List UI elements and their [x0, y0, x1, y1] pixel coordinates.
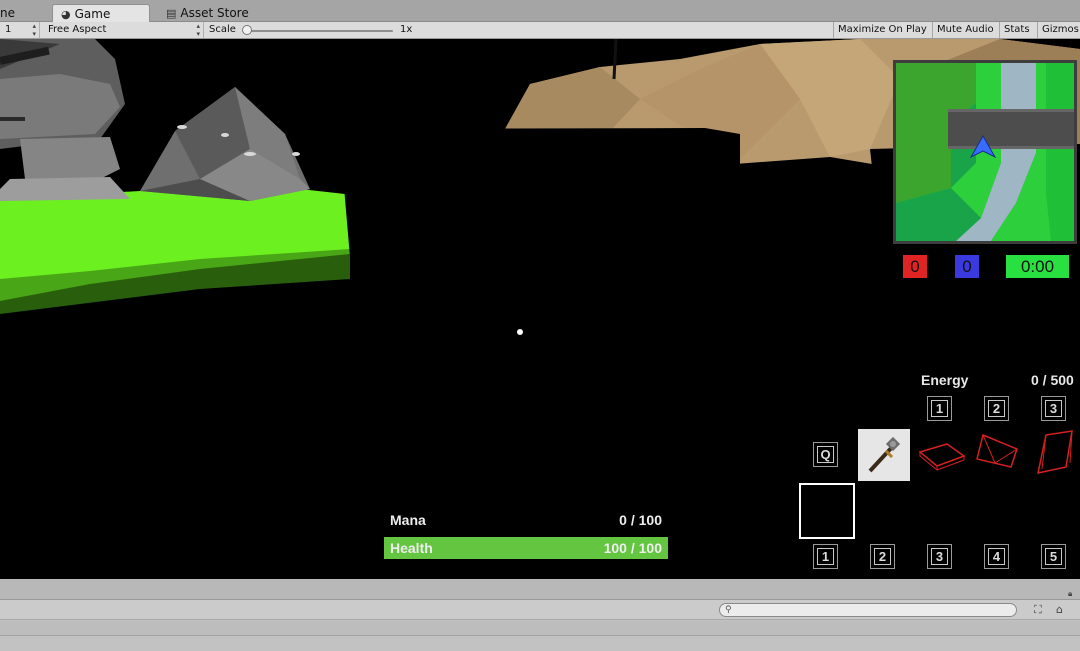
minimap	[893, 60, 1077, 244]
unity-editor-window: ne ◕ Game ▤ Asset Store 1 ▴ ▾ Free Aspect ▴…	[0, 0, 1080, 651]
updown-arrows-icon: ▴ ▾	[196, 22, 200, 38]
tab-asset-store[interactable]: ▤ Asset Store	[160, 4, 280, 22]
health-bar: Health 100 / 100	[384, 537, 668, 559]
mana-value: 0 / 100	[619, 512, 662, 528]
energy-key-3: 3	[1041, 396, 1066, 421]
rock-spike	[244, 152, 256, 156]
slot-key-2: 2	[870, 544, 895, 569]
tower-structure	[20, 137, 120, 179]
filter-icon[interactable]: ⛶	[1034, 603, 1042, 617]
red-team-score: 0	[903, 255, 927, 278]
key-label: 4	[988, 548, 1005, 565]
stats-button[interactable]: Stats	[999, 22, 1036, 38]
tab-game[interactable]: ◕ Game	[52, 4, 150, 22]
scale-slider-thumb[interactable]	[242, 25, 252, 35]
console-toolbar: ⚲	[0, 600, 1080, 620]
build-floor-icon[interactable]	[917, 434, 967, 474]
selected-inventory-slot[interactable]	[799, 483, 855, 539]
rock-spike	[221, 133, 229, 137]
key-label: 3	[931, 548, 948, 565]
lock-icon[interactable]: 🔒︎	[1068, 589, 1072, 599]
display-dropdown[interactable]: 1 ▴ ▾	[0, 22, 40, 38]
console-row	[0, 621, 1080, 636]
tower-slot	[0, 117, 25, 121]
key-label: Q	[817, 446, 834, 463]
gizmos-button[interactable]: Gizmos	[1037, 22, 1080, 38]
tower-structure	[0, 177, 130, 201]
scale-slider-track[interactable]	[247, 30, 393, 32]
slot-key-3: 3	[927, 544, 952, 569]
build-ramp-icon[interactable]	[973, 431, 1021, 473]
pole	[612, 39, 618, 80]
game-view-toolbar: 1 ▴ ▾ Free Aspect ▴ ▾ Scale 1x Maximize On…	[0, 22, 1080, 39]
player-arrow-icon	[970, 135, 996, 159]
search-input[interactable]: ⚲	[719, 603, 1017, 617]
crosshair	[517, 329, 523, 335]
store-bag-icon: ▤	[166, 7, 177, 20]
minimap-bridge	[948, 109, 1074, 149]
updown-arrows-icon: ▴ ▾	[32, 22, 36, 38]
scale-value: 1x	[400, 24, 413, 35]
energy-label: Energy	[921, 372, 969, 388]
slot-key-5: 5	[1041, 544, 1066, 569]
game-viewport[interactable]: 0 0 0:00 Energy 0 / 500 1 2 3 Q 1 2 3 4 …	[0, 39, 1080, 579]
staff-icon	[868, 436, 901, 473]
health-label: Health	[390, 540, 433, 556]
key-label: 1	[817, 548, 834, 565]
rock-spike	[292, 152, 300, 156]
aspect-dropdown[interactable]: Free Aspect ▴ ▾	[44, 22, 204, 38]
energy-key-1: 1	[927, 396, 952, 421]
blue-team-score: 0	[955, 255, 979, 278]
match-timer: 0:00	[1006, 255, 1069, 278]
key-label: 1	[931, 400, 948, 417]
rock-spike	[177, 125, 187, 129]
console-footer	[0, 637, 1080, 651]
build-wall-icon[interactable]	[1034, 429, 1076, 477]
display-value: 1	[5, 24, 12, 35]
tab-scene[interactable]: ne	[0, 4, 40, 22]
aspect-value: Free Aspect	[48, 24, 107, 35]
black-wall	[339, 128, 740, 257]
energy-key-2: 2	[984, 396, 1009, 421]
mana-label: Mana	[390, 512, 426, 528]
maximize-on-play-button[interactable]: Maximize On Play	[833, 22, 931, 38]
tag-icon[interactable]: ⌂	[1056, 603, 1063, 616]
energy-value: 0 / 500	[1031, 372, 1074, 388]
weapon-slot[interactable]	[858, 429, 910, 481]
ability-key-q: Q	[813, 442, 838, 467]
search-icon: ⚲	[725, 605, 732, 615]
mana-bar: Mana 0 / 100	[384, 509, 668, 531]
editor-tab-bar: ne ◕ Game ▤ Asset Store	[0, 0, 1080, 22]
key-label: 3	[1045, 400, 1062, 417]
tab-game-label: Game	[74, 7, 111, 21]
console-tab-strip	[0, 579, 1080, 600]
health-value: 100 / 100	[603, 540, 662, 556]
slot-key-4: 4	[984, 544, 1009, 569]
key-label: 2	[988, 400, 1005, 417]
slot-key-1: 1	[813, 544, 838, 569]
key-label: 5	[1045, 548, 1062, 565]
key-label: 2	[874, 548, 891, 565]
mute-audio-button[interactable]: Mute Audio	[932, 22, 998, 38]
tab-asset-store-label: Asset Store	[180, 6, 249, 20]
